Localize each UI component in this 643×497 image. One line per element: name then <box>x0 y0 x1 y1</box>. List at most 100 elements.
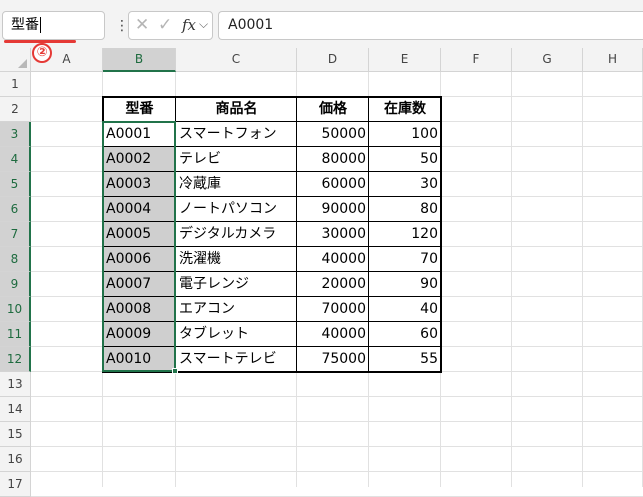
table-inner-border <box>102 121 441 122</box>
more-options-icon[interactable]: ⋮ <box>115 13 129 39</box>
product-name-cell[interactable]: 洗濯機 <box>176 247 297 272</box>
row-header-16[interactable]: 16 <box>0 447 31 472</box>
price-cell[interactable]: 75000 <box>297 347 369 372</box>
name-box[interactable]: 型番 <box>2 11 105 40</box>
price-cell[interactable]: 30000 <box>297 222 369 247</box>
select-all-corner[interactable] <box>0 48 31 72</box>
price-cell[interactable]: 40000 <box>297 322 369 347</box>
product-name-cell[interactable]: スマートフォン <box>176 122 297 147</box>
row-header-3[interactable]: 3 <box>0 122 31 147</box>
product-name-cell[interactable]: デジタルカメラ <box>176 222 297 247</box>
formula-input[interactable]: A0001 <box>218 11 643 40</box>
row-header-5[interactable]: 5 <box>0 172 31 197</box>
row-header-15[interactable]: 15 <box>0 422 31 447</box>
model-number-cell[interactable]: A0005 <box>103 222 176 247</box>
stock-cell[interactable]: 30 <box>369 172 441 197</box>
column-header-h[interactable]: H <box>583 48 643 72</box>
row-header-8[interactable]: 8 <box>0 247 31 272</box>
model-number-cell[interactable]: A0008 <box>103 297 176 322</box>
model-number-cell[interactable]: A0009 <box>103 322 176 347</box>
stock-cell[interactable]: 60 <box>369 322 441 347</box>
product-name-cell[interactable]: エアコン <box>176 297 297 322</box>
enter-icon[interactable]: ✓ <box>158 15 172 35</box>
chevron-down-icon[interactable]: ⌵ <box>199 17 208 32</box>
product-name-cell[interactable]: タブレット <box>176 322 297 347</box>
price-cell[interactable]: 20000 <box>297 272 369 297</box>
row-header-9[interactable]: 9 <box>0 272 31 297</box>
model-number-cell[interactable]: A0010 <box>103 347 176 372</box>
table-inner-border <box>102 321 441 322</box>
model-number-cell[interactable]: A0006 <box>103 247 176 272</box>
row-header-4[interactable]: 4 <box>0 147 31 172</box>
formula-bar: 型番 ⋮ ✕ ✓ fx ⌵ A0001 <box>0 0 643 48</box>
row-header-7[interactable]: 7 <box>0 222 31 247</box>
column-header-d[interactable]: D <box>297 48 369 72</box>
table-inner-border <box>296 96 297 372</box>
product-name-cell[interactable]: テレビ <box>176 147 297 172</box>
column-header-c[interactable]: C <box>176 48 297 72</box>
product-name-cell[interactable]: ノートパソコン <box>176 197 297 222</box>
table-header-cell[interactable]: 商品名 <box>176 97 297 122</box>
gridline <box>31 446 643 447</box>
model-number-cell[interactable]: A0002 <box>103 147 176 172</box>
row-header-13[interactable]: 13 <box>0 372 31 397</box>
table-inner-border <box>102 171 441 172</box>
fill-handle[interactable] <box>172 368 178 374</box>
table-header-cell[interactable]: 価格 <box>297 97 369 122</box>
row-header-1[interactable]: 1 <box>0 72 31 97</box>
stock-cell[interactable]: 55 <box>369 347 441 372</box>
gridline <box>31 471 643 472</box>
table-inner-border <box>102 221 441 222</box>
model-number-cell[interactable]: A0001 <box>103 122 176 147</box>
row-header-17[interactable]: 17 <box>0 472 31 497</box>
price-cell[interactable]: 40000 <box>297 247 369 272</box>
model-number-cell[interactable]: A0007 <box>103 272 176 297</box>
product-name-cell[interactable]: 冷蔵庫 <box>176 172 297 197</box>
stock-cell[interactable]: 90 <box>369 272 441 297</box>
column-header-f[interactable]: F <box>441 48 512 72</box>
row-header-2[interactable]: 2 <box>0 97 31 122</box>
stock-cell[interactable]: 50 <box>369 147 441 172</box>
table-inner-border <box>102 271 441 272</box>
row-header-12[interactable]: 12 <box>0 347 31 372</box>
price-cell[interactable]: 70000 <box>297 297 369 322</box>
stock-cell[interactable]: 100 <box>369 122 441 147</box>
price-cell[interactable]: 90000 <box>297 197 369 222</box>
table-header-cell[interactable]: 在庫数 <box>369 97 441 122</box>
step-badge: ② <box>32 43 52 63</box>
table-inner-border <box>368 96 369 372</box>
function-icon[interactable]: fx <box>182 16 196 34</box>
model-number-cell[interactable]: A0003 <box>103 172 176 197</box>
price-cell[interactable]: 80000 <box>297 147 369 172</box>
table-inner-border <box>102 296 441 297</box>
row-header-10[interactable]: 10 <box>0 297 31 322</box>
table-inner-border <box>102 196 441 197</box>
model-number-cell[interactable]: A0004 <box>103 197 176 222</box>
gridline <box>31 396 643 397</box>
table-header-cell[interactable]: 型番 <box>103 97 176 122</box>
table-inner-border <box>102 246 441 247</box>
product-name-cell[interactable]: スマートテレビ <box>176 347 297 372</box>
table-inner-border <box>175 96 176 372</box>
row-header-6[interactable]: 6 <box>0 197 31 222</box>
row-header-11[interactable]: 11 <box>0 322 31 347</box>
gridline <box>582 72 583 487</box>
column-header-b[interactable]: B <box>103 48 176 72</box>
cancel-icon[interactable]: ✕ <box>135 15 149 35</box>
price-cell[interactable]: 50000 <box>297 122 369 147</box>
formula-controls: ✕ ✓ fx ⌵ <box>128 11 213 40</box>
row-header-14[interactable]: 14 <box>0 397 31 422</box>
column-header-e[interactable]: E <box>369 48 441 72</box>
cell-grid[interactable]: 型番 商品名 価格 在庫数 A0001 スマートフォン 50000 100 A0002 テレビ 80… <box>31 72 643 497</box>
gridline <box>511 72 512 487</box>
stock-cell[interactable]: 80 <box>369 197 441 222</box>
table-inner-border <box>102 346 441 347</box>
price-cell[interactable]: 60000 <box>297 172 369 197</box>
column-header-g[interactable]: G <box>512 48 583 72</box>
table-inner-border <box>102 146 441 147</box>
stock-cell[interactable]: 70 <box>369 247 441 272</box>
stock-cell[interactable]: 120 <box>369 222 441 247</box>
product-name-cell[interactable]: 電子レンジ <box>176 272 297 297</box>
gridline <box>31 421 643 422</box>
stock-cell[interactable]: 40 <box>369 297 441 322</box>
